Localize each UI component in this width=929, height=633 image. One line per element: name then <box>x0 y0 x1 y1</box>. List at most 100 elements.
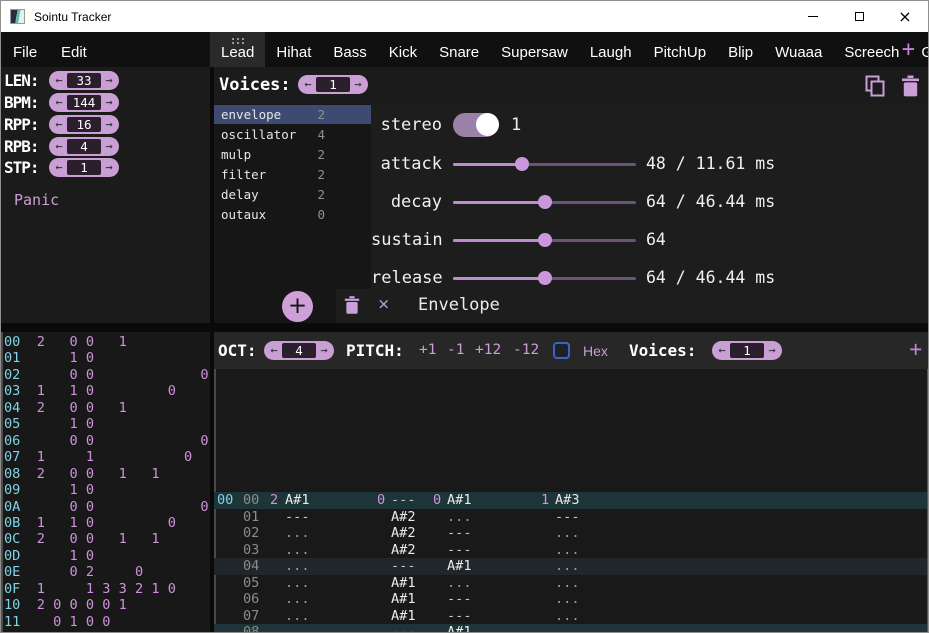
order-row[interactable]: 01 1 0 <box>4 350 94 366</box>
decay-slider-knob[interactable] <box>538 195 552 209</box>
pattern-row[interactable]: 03...A#2---... <box>214 542 929 559</box>
unit-row-envelope[interactable]: envelope2 <box>214 105 371 124</box>
order-row[interactable]: 10 2 0 0 0 0 1 <box>4 597 127 613</box>
order-row[interactable]: 06 0 0 0 <box>4 433 209 449</box>
left-arrow-icon[interactable]: ← <box>714 341 730 360</box>
tab-supersaw[interactable]: Supersaw <box>490 32 579 67</box>
order-row[interactable]: 03 1 1 0 0 <box>4 383 176 399</box>
toggle-knob[interactable] <box>476 113 499 136</box>
pattern-row[interactable]: 05...A#1...... <box>214 575 929 592</box>
order-row[interactable]: 05 1 0 <box>4 416 94 432</box>
add-track-button[interactable]: + <box>909 337 922 361</box>
song-field-stepper[interactable]: ←33→ <box>49 71 119 90</box>
pattern-row[interactable]: 04...---A#1... <box>214 558 929 575</box>
close-unit-button[interactable]: × <box>378 293 389 315</box>
pattern-note-cell[interactable]: A#3 <box>555 492 580 509</box>
hex-checkbox[interactable] <box>553 342 570 359</box>
pattern-note-cell[interactable]: --- <box>447 542 472 559</box>
pattern-note-cell[interactable]: --- <box>447 608 472 625</box>
unit-row-mulp[interactable]: mulp2 <box>214 145 371 164</box>
pattern-note-cell[interactable]: ... <box>285 525 310 542</box>
right-arrow-icon[interactable]: → <box>101 115 117 134</box>
left-arrow-icon[interactable]: ← <box>300 75 316 94</box>
pattern-note-cell[interactable]: A#2 <box>391 542 416 559</box>
pitch-up-12-button[interactable]: +12 <box>475 342 501 358</box>
pattern-note-cell[interactable]: --- <box>555 509 580 526</box>
voices-stepper[interactable]: ← 1 → <box>298 75 368 94</box>
pattern-row[interactable]: 00002001A#1---A#1A#3 <box>214 492 929 509</box>
sustain-slider-knob[interactable] <box>538 233 552 247</box>
pattern-note-cell[interactable]: --- <box>391 492 416 509</box>
pattern-note-cell[interactable]: ... <box>555 608 580 625</box>
panic-button[interactable]: Panic <box>14 191 59 209</box>
pattern-note-cell[interactable]: ... <box>285 542 310 559</box>
attack-slider-knob[interactable] <box>515 157 529 171</box>
pattern-row[interactable]: 08---A#1 <box>214 624 929 633</box>
left-arrow-icon[interactable]: ← <box>51 158 67 177</box>
maximize-button[interactable] <box>836 1 882 32</box>
order-row[interactable]: 0B 1 1 0 0 <box>4 515 176 531</box>
unit-row-oscillator[interactable]: oscillator4 <box>214 125 371 144</box>
order-row[interactable]: 0F 1 1 3 3 2 1 0 <box>4 581 176 597</box>
octave-stepper[interactable]: ← 4 → <box>264 341 334 360</box>
song-field-stepper[interactable]: ←16→ <box>49 115 119 134</box>
pattern-note-cell[interactable]: ... <box>447 509 472 526</box>
tab-kick[interactable]: Kick <box>378 32 428 67</box>
song-field-stepper[interactable]: ←144→ <box>49 93 119 112</box>
tab-snare[interactable]: Snare <box>428 32 490 67</box>
tab-laugh[interactable]: Laugh <box>579 32 643 67</box>
song-field-stepper[interactable]: ←1→ <box>49 158 119 177</box>
pattern-row[interactable]: 02...A#2---... <box>214 525 929 542</box>
pattern-note-cell[interactable]: --- <box>391 558 416 575</box>
pattern-note-cell[interactable]: A#1 <box>391 608 416 625</box>
order-row[interactable]: 0D 1 0 <box>4 548 94 564</box>
pattern-note-cell[interactable]: --- <box>285 509 310 526</box>
pattern-note-cell[interactable]: A#1 <box>447 492 472 509</box>
pattern-note-cell[interactable]: ... <box>555 558 580 575</box>
release-slider-knob[interactable] <box>538 271 552 285</box>
order-row[interactable]: 00 2 0 0 1 <box>4 334 127 350</box>
add-unit-button[interactable]: + <box>282 291 313 322</box>
tab-wuaaa[interactable]: Wuaaa <box>764 32 833 67</box>
pattern-note-cell[interactable]: ... <box>447 575 472 592</box>
tab-pitchup[interactable]: PitchUp <box>643 32 718 67</box>
pattern-note-cell[interactable]: A#1 <box>391 575 416 592</box>
left-arrow-icon[interactable]: ← <box>51 93 67 112</box>
copy-instrument-button[interactable] <box>863 74 887 98</box>
pattern-note-cell[interactable]: A#2 <box>391 525 416 542</box>
pattern-note-cell[interactable]: ... <box>285 558 310 575</box>
delete-unit-button[interactable] <box>344 295 360 319</box>
unit-row-delay[interactable]: delay2 <box>214 185 371 204</box>
menu-file[interactable]: File <box>3 32 47 67</box>
right-arrow-icon[interactable]: → <box>764 341 780 360</box>
pattern-row[interactable]: 07...A#1---... <box>214 608 929 625</box>
order-row[interactable]: 08 2 0 0 1 1 <box>4 466 160 482</box>
pattern-note-cell[interactable]: A#1 <box>447 558 472 575</box>
tab-hihat[interactable]: Hihat <box>265 32 322 67</box>
pattern-note-cell[interactable]: --- <box>391 624 416 633</box>
order-row[interactable]: 0A 0 0 0 <box>4 499 209 515</box>
right-arrow-icon[interactable]: → <box>101 93 117 112</box>
order-list-scrollbar[interactable] <box>1 332 3 633</box>
tab-blip[interactable]: Blip <box>717 32 764 67</box>
order-row[interactable]: 02 0 0 0 <box>4 367 209 383</box>
pattern-note-cell[interactable]: ... <box>285 575 310 592</box>
order-row[interactable]: 11 0 1 0 0 <box>4 614 110 630</box>
right-arrow-icon[interactable]: → <box>101 137 117 156</box>
tab-bass[interactable]: Bass <box>322 32 377 67</box>
right-arrow-icon[interactable]: → <box>101 71 117 90</box>
tab-lead[interactable]: Lead <box>210 32 265 67</box>
pattern-note-cell[interactable]: ... <box>555 575 580 592</box>
unit-row-filter[interactable]: filter2 <box>214 165 371 184</box>
minimize-button[interactable] <box>790 1 836 32</box>
pattern-note-cell[interactable]: A#1 <box>285 492 310 509</box>
menu-edit[interactable]: Edit <box>51 32 97 67</box>
left-arrow-icon[interactable]: ← <box>51 115 67 134</box>
pattern-note-cell[interactable]: --- <box>447 525 472 542</box>
unit-row-outaux[interactable]: outaux0 <box>214 205 371 224</box>
pattern-note-cell[interactable]: A#2 <box>391 509 416 526</box>
left-arrow-icon[interactable]: ← <box>51 71 67 90</box>
add-instrument-button[interactable]: + <box>896 32 921 67</box>
pattern-note-cell[interactable]: ... <box>555 591 580 608</box>
song-field-stepper[interactable]: ←4→ <box>49 137 119 156</box>
